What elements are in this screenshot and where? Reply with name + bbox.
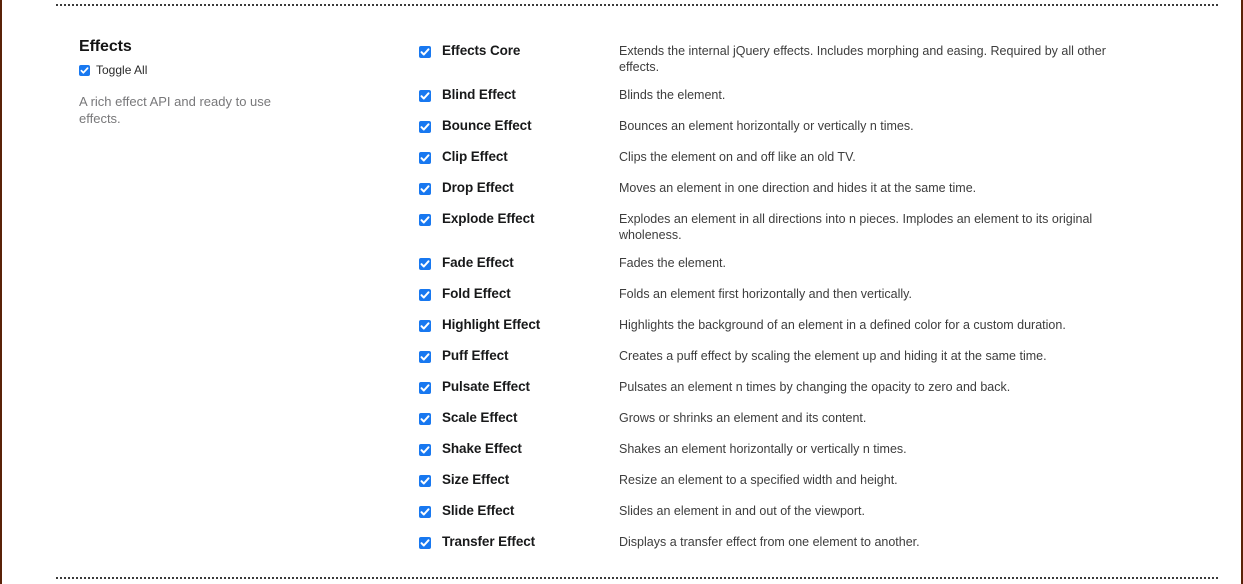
- effect-row[interactable]: Scale Effect Grows or shrinks an element…: [419, 409, 1123, 440]
- checkbox-checked-icon[interactable]: [419, 152, 431, 164]
- effect-checkbox[interactable]: [419, 502, 442, 523]
- effect-description: Slides an element in and out of the view…: [619, 504, 865, 518]
- effect-description: Highlights the background of an element …: [619, 318, 1066, 332]
- checkbox-checked-icon[interactable]: [419, 289, 431, 301]
- effect-checkbox[interactable]: [419, 378, 442, 399]
- effect-name[interactable]: Fold Effect: [442, 285, 619, 303]
- checkbox-checked-icon[interactable]: [419, 506, 431, 518]
- effect-checkbox[interactable]: [419, 148, 442, 169]
- effect-name[interactable]: Bounce Effect: [442, 117, 619, 135]
- effect-description: Displays a transfer effect from one elem…: [619, 535, 920, 549]
- effect-row[interactable]: Effects Core Extends the internal jQuery…: [419, 42, 1123, 86]
- effect-checkbox[interactable]: [419, 42, 442, 63]
- checkbox-checked-icon[interactable]: [419, 444, 431, 456]
- effect-checkbox[interactable]: [419, 409, 442, 430]
- effect-name[interactable]: Size Effect: [442, 471, 619, 489]
- effect-row[interactable]: Explode Effect Explodes an element in al…: [419, 210, 1123, 254]
- effect-row[interactable]: Highlight Effect Highlights the backgrou…: [419, 316, 1123, 347]
- effect-description: Creates a puff effect by scaling the ele…: [619, 349, 1047, 363]
- left-edge-rule: [0, 0, 2, 584]
- checkbox-checked-icon[interactable]: [419, 351, 431, 363]
- effect-description: Explodes an element in all directions in…: [619, 212, 1093, 242]
- effect-description: Resize an element to a specified width a…: [619, 473, 898, 487]
- effect-row[interactable]: Shake Effect Shakes an element horizonta…: [419, 440, 1123, 471]
- effect-checkbox[interactable]: [419, 471, 442, 492]
- checkbox-checked-icon[interactable]: [419, 183, 431, 195]
- page-content: Effects Toggle All A rich effect API and…: [0, 0, 1243, 584]
- effect-description: Moves an element in one direction and hi…: [619, 181, 977, 195]
- effect-name[interactable]: Blind Effect: [442, 86, 619, 104]
- effect-description: Grows or shrinks an element and its cont…: [619, 411, 867, 425]
- effect-description: Extends the internal jQuery effects. Inc…: [619, 44, 1106, 74]
- checkbox-checked-icon[interactable]: [419, 320, 431, 332]
- checkbox-checked-icon[interactable]: [79, 64, 90, 76]
- checkbox-checked-icon[interactable]: [419, 475, 431, 487]
- checkbox-checked-icon[interactable]: [419, 537, 431, 549]
- effect-row[interactable]: Puff Effect Creates a puff effect by sca…: [419, 347, 1123, 378]
- bottom-divider: [56, 577, 1218, 579]
- checkbox-checked-icon[interactable]: [419, 214, 431, 226]
- effect-checkbox[interactable]: [419, 210, 442, 231]
- effect-checkbox[interactable]: [419, 86, 442, 107]
- effect-row[interactable]: Fold Effect Folds an element first horiz…: [419, 285, 1123, 316]
- effect-checkbox[interactable]: [419, 533, 442, 554]
- effect-name[interactable]: Drop Effect: [442, 179, 619, 197]
- effect-checkbox[interactable]: [419, 179, 442, 200]
- page-title: Effects: [79, 38, 132, 55]
- effect-checkbox[interactable]: [419, 347, 442, 368]
- effect-checkbox[interactable]: [419, 117, 442, 138]
- effect-name[interactable]: Pulsate Effect: [442, 378, 619, 396]
- effect-row[interactable]: Clip Effect Clips the element on and off…: [419, 148, 1123, 179]
- effects-list: Effects Core Extends the internal jQuery…: [419, 42, 1123, 564]
- sidebar-description: A rich effect API and ready to use effec…: [79, 94, 271, 126]
- effect-row[interactable]: Size Effect Resize an element to a speci…: [419, 471, 1123, 502]
- checkbox-checked-icon[interactable]: [419, 121, 431, 133]
- effect-row[interactable]: Bounce Effect Bounces an element horizon…: [419, 117, 1123, 148]
- effect-row[interactable]: Slide Effect Slides an element in and ou…: [419, 502, 1123, 533]
- effect-name[interactable]: Puff Effect: [442, 347, 619, 365]
- effect-row[interactable]: Pulsate Effect Pulsates an element n tim…: [419, 378, 1123, 409]
- effect-description: Bounces an element horizontally or verti…: [619, 119, 914, 133]
- effect-name[interactable]: Shake Effect: [442, 440, 619, 458]
- effect-name[interactable]: Clip Effect: [442, 148, 619, 166]
- toggle-all-row[interactable]: Toggle All: [79, 63, 389, 77]
- effect-name[interactable]: Transfer Effect: [442, 533, 619, 551]
- effect-row[interactable]: Drop Effect Moves an element in one dire…: [419, 179, 1123, 210]
- effect-name[interactable]: Effects Core: [442, 42, 619, 60]
- checkbox-checked-icon[interactable]: [419, 46, 431, 58]
- effect-description: Blinds the element.: [619, 88, 726, 102]
- effect-row[interactable]: Fade Effect Fades the element.: [419, 254, 1123, 285]
- effect-name[interactable]: Slide Effect: [442, 502, 619, 520]
- effect-description: Pulsates an element n times by changing …: [619, 380, 1011, 394]
- effect-description: Shakes an element horizontally or vertic…: [619, 442, 907, 456]
- toggle-all-label[interactable]: Toggle All: [96, 63, 147, 77]
- effect-row[interactable]: Transfer Effect Displays a transfer effe…: [419, 533, 1123, 564]
- effect-name[interactable]: Explode Effect: [442, 210, 619, 228]
- effect-description: Fades the element.: [619, 256, 727, 270]
- checkbox-checked-icon[interactable]: [419, 90, 431, 102]
- effect-name[interactable]: Highlight Effect: [442, 316, 619, 334]
- effect-checkbox[interactable]: [419, 285, 442, 306]
- effect-row[interactable]: Blind Effect Blinds the element.: [419, 86, 1123, 117]
- effect-checkbox[interactable]: [419, 316, 442, 337]
- effect-name[interactable]: Fade Effect: [442, 254, 619, 272]
- effect-description: Folds an element first horizontally and …: [619, 287, 912, 301]
- top-divider: [56, 4, 1218, 6]
- effect-checkbox[interactable]: [419, 254, 442, 275]
- checkbox-checked-icon[interactable]: [419, 413, 431, 425]
- effect-checkbox[interactable]: [419, 440, 442, 461]
- effect-description: Clips the element on and off like an old…: [619, 150, 856, 164]
- checkbox-checked-icon[interactable]: [419, 382, 431, 394]
- effect-name[interactable]: Scale Effect: [442, 409, 619, 427]
- checkbox-checked-icon[interactable]: [419, 258, 431, 270]
- effects-sidebar: Effects Toggle All A rich effect API and…: [79, 37, 389, 127]
